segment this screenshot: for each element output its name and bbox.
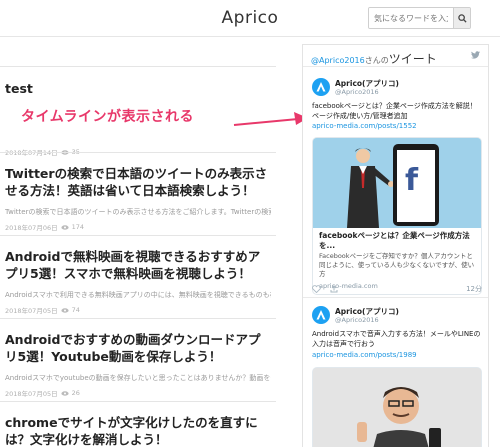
post-title[interactable]: chromeでサイトが文字化けしたのを直すには？文字化けを解消しよう！ <box>5 414 271 447</box>
facebook-illustration: f <box>313 138 481 228</box>
card-description: Facebookページをご存知ですか？個人アカウントと同じように、使っている人も… <box>319 252 475 278</box>
card-title: facebookページとは？企業ページ作成方法を... <box>319 231 470 250</box>
tweet-actions: 12分 <box>312 284 482 296</box>
post-item[interactable]: chromeでサイトが文字化けしたのを直すには？文字化けを解消しよう！ <box>0 401 276 447</box>
search-input[interactable] <box>369 8 453 28</box>
tweet-link[interactable]: aprico-media.com/posts/1989 <box>312 351 417 359</box>
post-item[interactable]: Androidでおすすめの動画ダウンロードアプリ5選！Youtube動画を保存し… <box>0 318 276 400</box>
post-views: 26 <box>71 389 80 397</box>
search-button[interactable] <box>453 8 470 28</box>
eye-icon <box>60 307 69 313</box>
tweet-link[interactable]: aprico-media.com/posts/1552 <box>312 122 417 130</box>
svg-text:f: f <box>405 163 419 198</box>
post-item[interactable]: Twitterの検索で日本語のツイートのみ表示させる方法！英語は省いて日本語検索… <box>0 152 276 234</box>
tweet-time[interactable]: 12分 <box>466 284 482 294</box>
post-item[interactable]: Androidで無料映画を視聴できるおすすめアプリ5選！スマホで無料映画を視聴し… <box>0 235 276 317</box>
post-meta: 2018年07月05日 74 <box>5 305 271 315</box>
post-list: test 2018年07月14日 35 Twitterの検索で日本語のツイートの… <box>0 38 276 447</box>
post-views: 174 <box>71 223 85 231</box>
post-views: 74 <box>71 306 80 314</box>
twitter-bird-icon[interactable] <box>471 51 480 59</box>
post-title[interactable]: test <box>5 80 271 97</box>
person-illustration <box>313 368 481 447</box>
tweet-author-handle[interactable]: @Aprico2016 <box>335 88 379 96</box>
share-icon[interactable] <box>330 285 338 293</box>
tweet-divider <box>303 297 488 298</box>
search-icon <box>457 13 467 23</box>
post-date: 2018年07月05日 <box>5 390 58 398</box>
site-header: Aprico <box>0 0 500 37</box>
eye-icon <box>60 390 69 396</box>
tweet-text: facebookページとは？企業ページ作成方法を解説！ページ作成/使い方/管理者… <box>312 102 477 120</box>
search-box <box>368 7 471 29</box>
post-title[interactable]: Androidで無料映画を視聴できるおすすめアプリ5選！スマホで無料映画を視聴し… <box>5 248 271 282</box>
annotation-arrow <box>233 112 308 126</box>
post-title[interactable]: Androidでおすすめの動画ダウンロードアプリ5選！Youtube動画を保存し… <box>5 331 271 365</box>
avatar[interactable] <box>312 306 330 324</box>
tweet-author-handle[interactable]: @Aprico2016 <box>335 316 379 324</box>
timeline-title: ツイート <box>388 52 437 66</box>
post-date: 2018年07月06日 <box>5 224 58 232</box>
post-excerpt: Androidスマホでyoutubeの動画を保存したいと思ったことはありませんか… <box>5 374 271 382</box>
card-image: f <box>313 138 481 228</box>
media-card[interactable] <box>312 367 482 447</box>
post-title[interactable]: Twitterの検索で日本語のツイートのみ表示させる方法！英語は省いて日本語検索… <box>5 165 271 199</box>
annotation-label: タイムラインが表示される <box>21 109 195 125</box>
twitter-timeline: @Aprico2016さんのツイート Aprico(アプリコ) @Aprico2… <box>302 44 489 447</box>
post-meta: 2018年07月06日 174 <box>5 222 271 232</box>
app-logo-icon <box>316 310 326 320</box>
post-date: 2018年07月05日 <box>5 307 58 315</box>
timeline-header: @Aprico2016さんのツイート <box>303 45 488 67</box>
timeline-handle[interactable]: @Aprico2016 <box>311 56 365 65</box>
link-card[interactable]: f facebookページとは？企業ページ作成方法を... Facebookペー… <box>312 137 482 295</box>
timeline-handle-suffix: さんの <box>364 56 389 65</box>
heart-icon[interactable] <box>312 285 321 293</box>
post-meta: 2018年07月05日 26 <box>5 388 271 398</box>
eye-icon <box>60 224 69 230</box>
post-excerpt: Twitterの検索で日本語のツイートのみ表示させる方法をご紹介します。Twit… <box>5 208 271 216</box>
tweet-text: Androidスマホで音声入力する方法！メールやLINEの入力は音声で行おう <box>312 330 481 348</box>
post-excerpt: Androidスマホで利用できる無料映画アプリの中には、無料映画を視聴できるもの… <box>5 291 271 299</box>
app-logo-icon <box>316 82 326 92</box>
avatar[interactable] <box>312 78 330 96</box>
